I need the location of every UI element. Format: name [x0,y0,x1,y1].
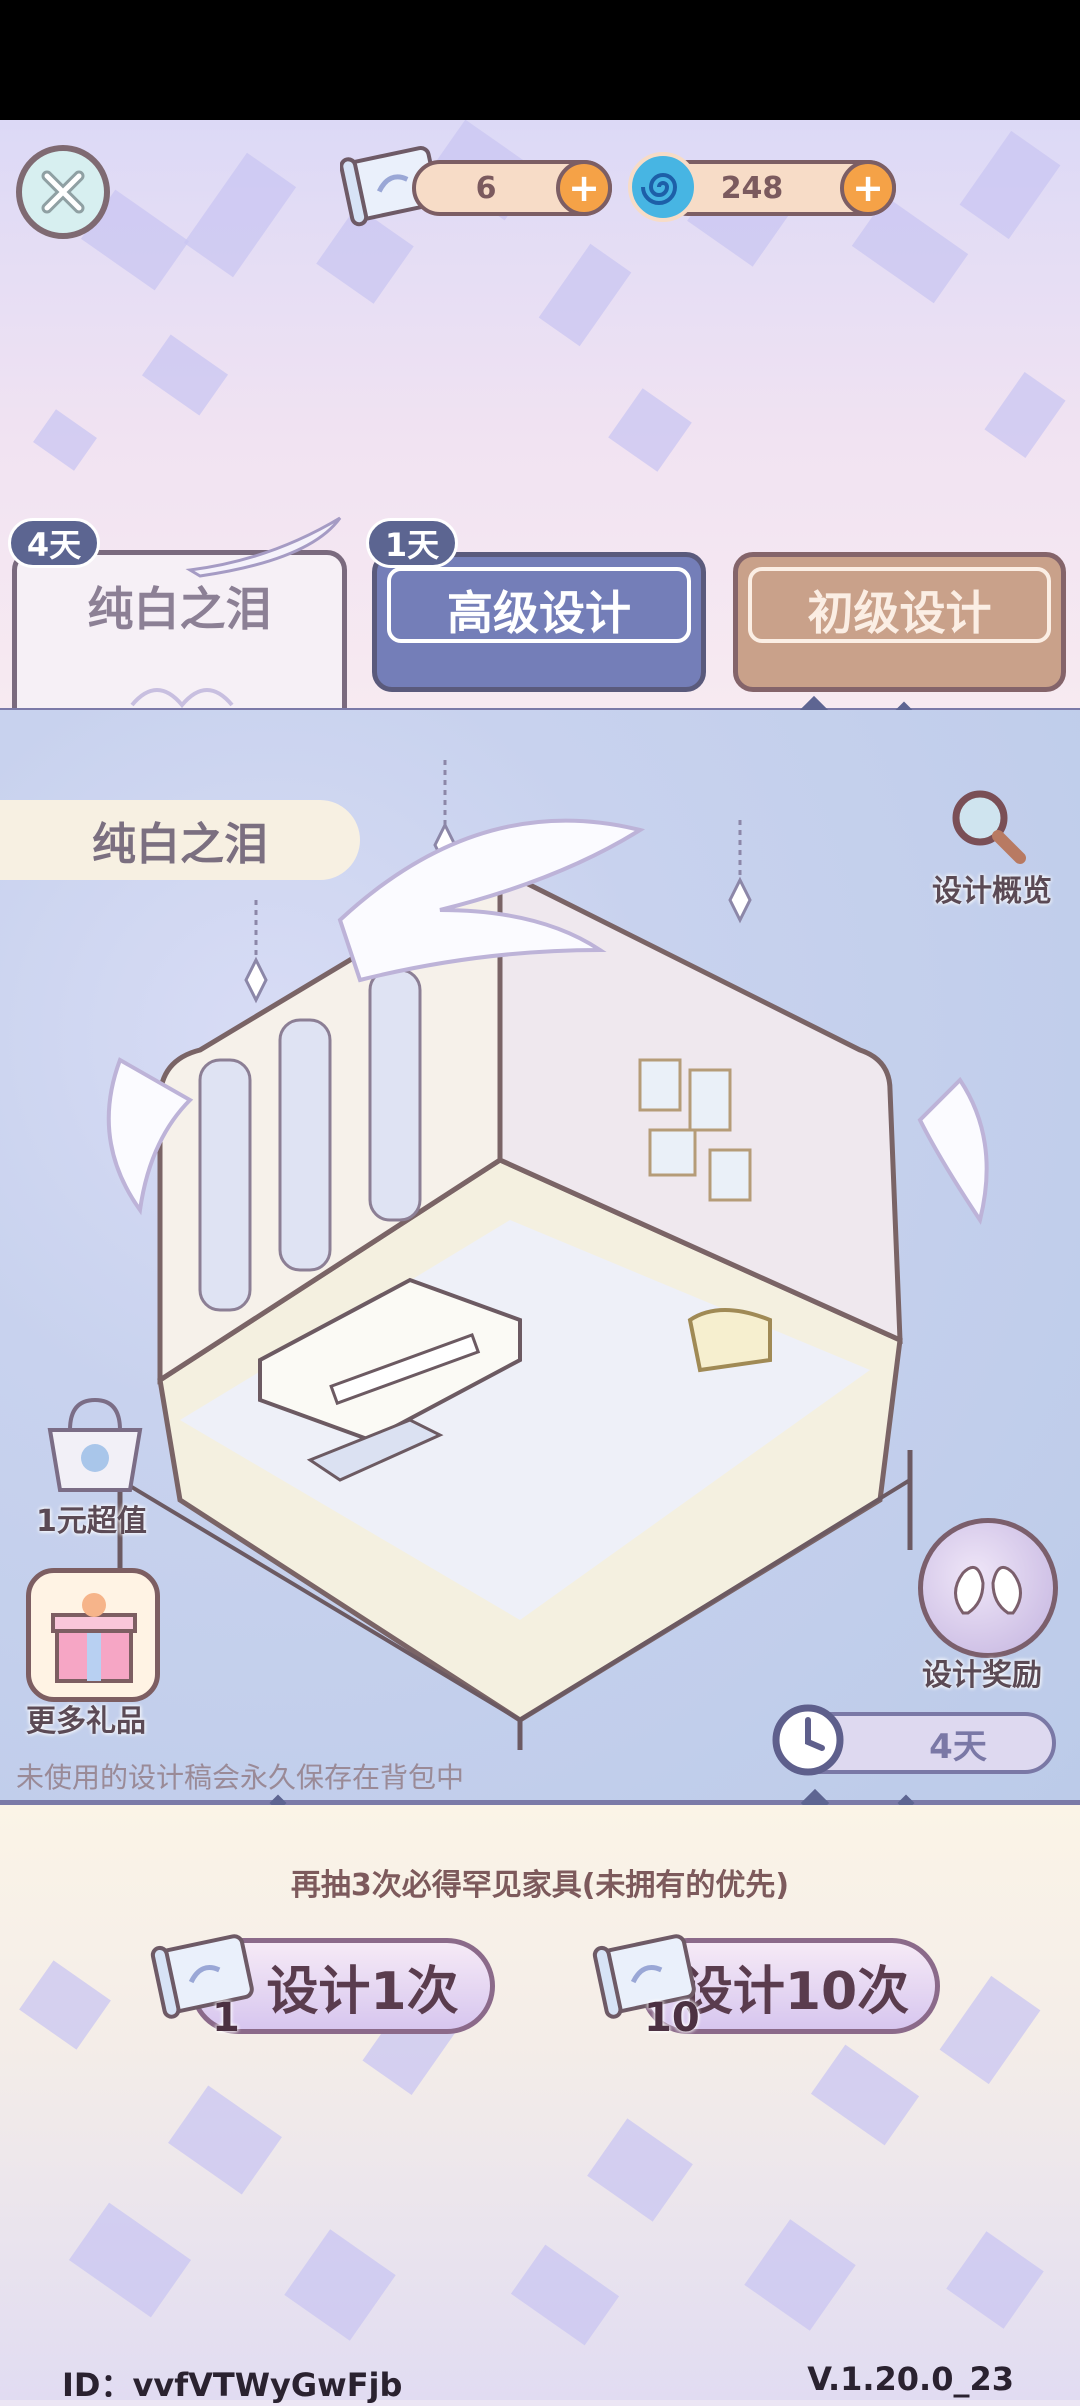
scroll-currency-amount: 6 [475,170,497,206]
room-illustration [106,760,989,1750]
design-ten-label: 设计10次 [680,1961,910,2022]
scroll-icon [150,1934,254,2019]
swan-icon [954,1565,1022,1615]
design-once-cost: 1 [212,1995,240,2041]
tab-basic-design-label: 初级设计 [807,586,992,640]
value-offer-label[interactable]: 1元超值 [36,1496,147,1540]
status-bar [0,0,1080,120]
tab-advanced-design-days-badge: 1天 [366,518,458,568]
version-label: V.1.20.0_23 [807,2360,1014,2398]
timer-value: 4天 [929,1726,987,1767]
tab-advanced-design-label: 高级设计 [447,586,631,640]
swirl-icon [628,152,698,222]
gift-box-icon [51,1593,137,1683]
magnifier-icon[interactable] [948,786,1028,866]
close-icon [41,170,85,214]
pity-hint: 再抽3次必得罕见家具(未拥有的优先) [290,1868,790,1903]
design-once-label: 设计1次 [266,1961,459,2022]
close-button[interactable] [16,145,110,239]
gift-bag-icon[interactable] [40,1390,150,1500]
design-reward-label[interactable]: 设计奖励 [922,1650,1042,1694]
more-gifts-button[interactable] [26,1568,160,1702]
scroll-currency: 6 + [412,160,612,216]
more-gifts-label[interactable]: 更多礼品 [26,1696,146,1740]
add-scroll-button[interactable]: + [556,160,612,216]
design-ten-cost: 10 [644,1995,700,2041]
clock-icon [772,1704,844,1776]
tab-pure-white-tear-label: 纯白之泪 [87,582,272,636]
add-swirl-button[interactable]: + [840,160,896,216]
tab-pure-white-tear-days-badge: 4天 [8,518,100,568]
tab-basic-design[interactable]: 初级设计 [733,552,1066,692]
storage-notice: 未使用的设计稿会永久保存在背包中 [16,1761,465,1794]
user-id: ID：vvfVTWyGwFjb [62,2366,403,2404]
wing-icon [185,516,342,578]
design-reward-button[interactable] [918,1518,1058,1658]
tab-advanced-design[interactable]: 高级设计 [372,552,706,692]
design-overview-label[interactable]: 设计概览 [932,866,1052,910]
